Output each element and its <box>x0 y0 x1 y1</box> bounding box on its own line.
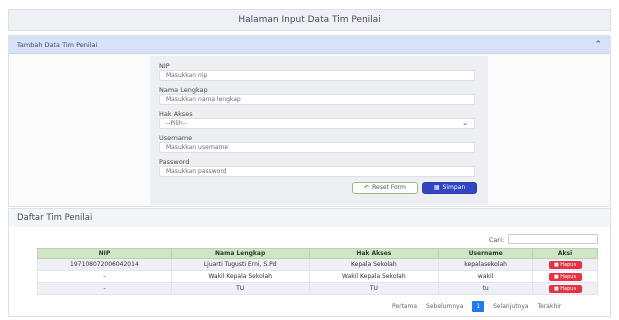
cell-username: tu <box>438 282 534 295</box>
username-label: Username <box>159 134 193 142</box>
delete-button[interactable]: ■ Hapus <box>548 260 582 269</box>
table-panel: Cari: NIP Nama Lengkap Hak Akses Usernam… <box>8 227 611 317</box>
page-last-link[interactable]: Terakhir <box>538 301 562 312</box>
table-header-row: NIP Nama Lengkap Hak Akses Username Aksi <box>37 248 598 259</box>
cell-aksi: ■ Hapus <box>532 258 598 271</box>
nama-lengkap-field[interactable]: Masukkan nama lengkap <box>159 94 475 105</box>
cell-aksi: ■ Hapus <box>532 270 598 283</box>
tim-penilai-table: NIP Nama Lengkap Hak Akses Username Aksi… <box>37 248 598 295</box>
cell-hak-akses: TU <box>308 282 440 295</box>
chevron-up-icon[interactable]: ⌃ <box>594 36 602 54</box>
cell-hak-akses: Wakil Kepala Sekolah <box>308 270 440 283</box>
cell-aksi: ■ Hapus <box>532 282 598 295</box>
nama-lengkap-label: Nama Lengkap <box>159 86 208 94</box>
column-header-hak-akses[interactable]: Hak Akses <box>308 248 440 259</box>
cell-hak-akses: Kepala Sekolah <box>308 258 440 271</box>
hak-akses-select[interactable]: --Pilih-- ⌄ <box>159 118 475 129</box>
column-header-nip[interactable]: NIP <box>37 248 172 259</box>
password-label: Password <box>159 158 190 166</box>
cell-nama: Wakil Kepala Sekolah <box>170 270 310 283</box>
username-field[interactable]: Masukkan username <box>159 142 475 153</box>
save-label: Simpan <box>442 184 466 191</box>
delete-label: Hapus <box>560 285 577 292</box>
cell-nama: TU <box>170 282 310 295</box>
page-first-link[interactable]: Pertama <box>392 301 417 312</box>
search-input[interactable] <box>508 234 598 244</box>
cell-nama: Ljuarti Tugusti Erni, S.Pd <box>170 258 310 271</box>
cell-username: kepalasekolah <box>438 258 534 271</box>
form-card-title: Tambah Data Tim Penilai <box>17 41 98 49</box>
save-icon: ▦ <box>433 184 440 191</box>
pagination: Pertama Sebelumnya 1 Selanjutnya Terakhi… <box>392 301 568 312</box>
table-row: - TU TU tu ■ Hapus <box>37 282 598 295</box>
nip-field[interactable]: Masukkan nip <box>159 70 475 81</box>
delete-button[interactable]: ■ Hapus <box>548 272 582 281</box>
page-current[interactable]: 1 <box>472 301 485 312</box>
list-title: Daftar Tim Penilai <box>8 208 611 227</box>
table-row: 197108072006042014 Ljuarti Tugusti Erni,… <box>37 258 598 271</box>
cell-username: wakil <box>438 270 534 283</box>
column-header-username[interactable]: Username <box>438 248 534 259</box>
search-label: Cari: <box>489 236 505 244</box>
page-prev-link[interactable]: Sebelumnya <box>426 301 463 312</box>
hak-akses-label: Hak Akses <box>159 110 193 118</box>
reset-form-label: Reset Form <box>372 184 406 191</box>
column-header-aksi[interactable]: Aksi <box>532 248 598 259</box>
form-card: Tambah Data Tim Penilai ⌃ NIP Masukkan n… <box>8 35 611 207</box>
form-card-header[interactable]: Tambah Data Tim Penilai ⌃ <box>9 36 610 54</box>
column-header-nama[interactable]: Nama Lengkap <box>170 248 310 259</box>
page-next-link[interactable]: Selanjutnya <box>493 301 529 312</box>
reset-form-button[interactable]: ↶ Reset Form <box>352 182 418 194</box>
page-title: Halaman Input Data Tim Penilai <box>8 9 611 31</box>
cell-nip: 197108072006042014 <box>37 258 172 271</box>
nip-label: NIP <box>159 62 170 70</box>
table-row: - Wakil Kepala Sekolah Wakil Kepala Seko… <box>37 270 598 283</box>
undo-icon: ↶ <box>364 184 370 191</box>
cell-nip: - <box>37 270 172 283</box>
chevron-down-icon: ⌄ <box>462 119 468 127</box>
password-field[interactable]: Masukkan password <box>159 166 475 177</box>
hak-akses-selected: --Pilih-- <box>166 120 187 127</box>
delete-button[interactable]: ■ Hapus <box>548 284 582 293</box>
save-button[interactable]: ▦ Simpan <box>422 182 477 194</box>
form-panel: NIP Masukkan nip Nama Lengkap Masukkan n… <box>150 56 488 205</box>
delete-label: Hapus <box>560 261 577 268</box>
cell-nip: - <box>37 282 172 295</box>
delete-label: Hapus <box>560 273 577 280</box>
